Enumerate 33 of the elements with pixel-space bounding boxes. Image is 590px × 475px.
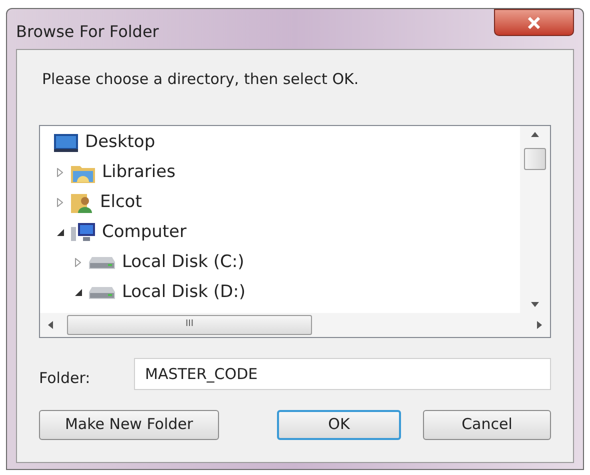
scroll-thumb[interactable]: III (67, 314, 312, 334)
instruction-text: Please choose a directory, then select OK. (42, 69, 360, 90)
scroll-right-icon[interactable] (537, 320, 542, 328)
collapsed-arrow-icon[interactable] (57, 198, 63, 207)
drive-icon (89, 256, 115, 268)
window-title: Browse For Folder (16, 21, 159, 43)
vertical-scrollbar[interactable] (520, 126, 550, 312)
collapsed-arrow-icon[interactable] (75, 258, 81, 267)
tree-item[interactable]: Local Disk (D:) (120, 280, 248, 306)
desktop-icon (54, 134, 78, 152)
dialog-button[interactable]: Make New Folder (39, 410, 219, 440)
tree-item[interactable]: Computer (100, 220, 189, 246)
scroll-left-icon[interactable] (48, 320, 53, 328)
tree-item[interactable]: Libraries (100, 160, 178, 186)
horizontal-scrollbar[interactable]: III (40, 312, 550, 336)
expanded-arrow-icon[interactable] (56, 229, 64, 236)
user-folder-icon (71, 192, 93, 212)
scroll-up-icon[interactable] (531, 132, 539, 136)
close-icon (527, 16, 541, 28)
drive-icon (89, 286, 115, 298)
close-button[interactable] (494, 9, 574, 36)
scroll-down-icon[interactable] (531, 302, 539, 306)
computer-icon (71, 222, 95, 242)
expanded-arrow-icon[interactable] (74, 289, 82, 296)
collapsed-arrow-icon[interactable] (57, 168, 63, 177)
scroll-thumb[interactable] (524, 148, 546, 170)
tree-item[interactable]: Desktop (83, 130, 158, 156)
folder-label: Folder: (39, 368, 92, 390)
folder-field[interactable]: MASTER_CODE (134, 358, 551, 390)
dialog-button[interactable]: OK (277, 410, 401, 440)
tree-item[interactable]: Local Disk (C:) (120, 250, 246, 276)
dialog-button[interactable]: Cancel (423, 410, 551, 440)
tree-item[interactable]: Elcot (98, 190, 144, 216)
